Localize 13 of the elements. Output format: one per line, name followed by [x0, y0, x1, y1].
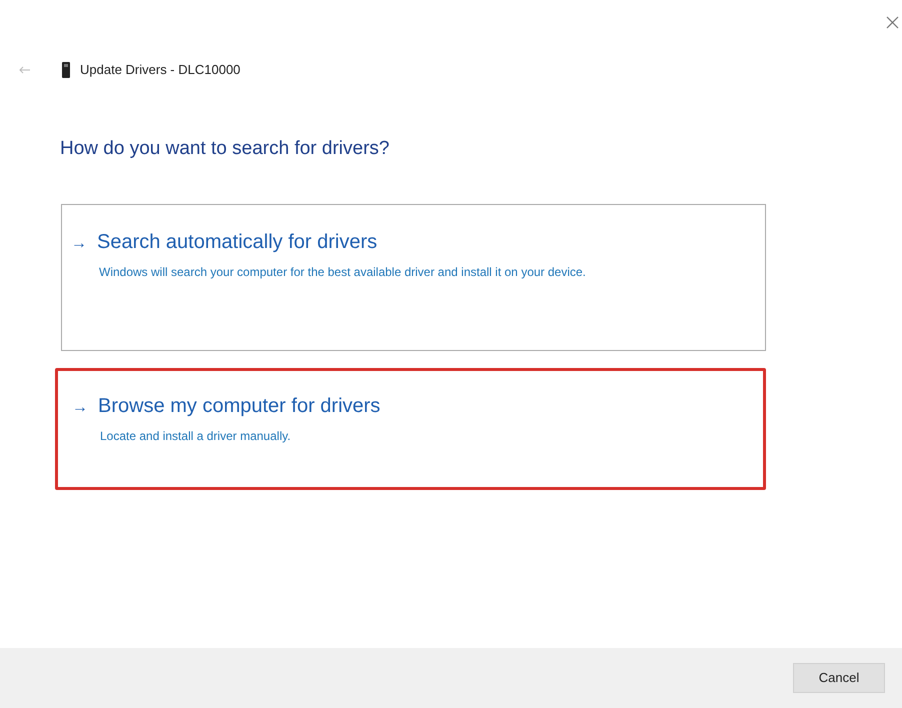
option-description: Locate and install a driver manually.	[100, 428, 292, 445]
option-button[interactable]: → Browse my computer for drivers Locate and install a driver manually.	[55, 368, 766, 490]
option-description: Windows will search your computer for the best available driver and install it on your device.	[99, 264, 587, 281]
arrow-icon: →	[72, 396, 88, 420]
option-button[interactable]: → Search automatically for drivers Windows will search your computer for the best available driver and install it on your device.	[61, 204, 766, 351]
option-title: Search automatically for drivers	[97, 230, 378, 255]
option-title: Browse my computer for drivers	[98, 394, 380, 419]
close-icon[interactable]	[886, 16, 899, 29]
cancel-button[interactable]: Cancel	[793, 663, 885, 693]
device-icon	[62, 62, 70, 78]
arrow-icon: →	[71, 232, 87, 256]
window-title: Update Drivers - DLC10000	[80, 61, 240, 79]
heading: How do you want to search for drivers?	[60, 136, 390, 160]
